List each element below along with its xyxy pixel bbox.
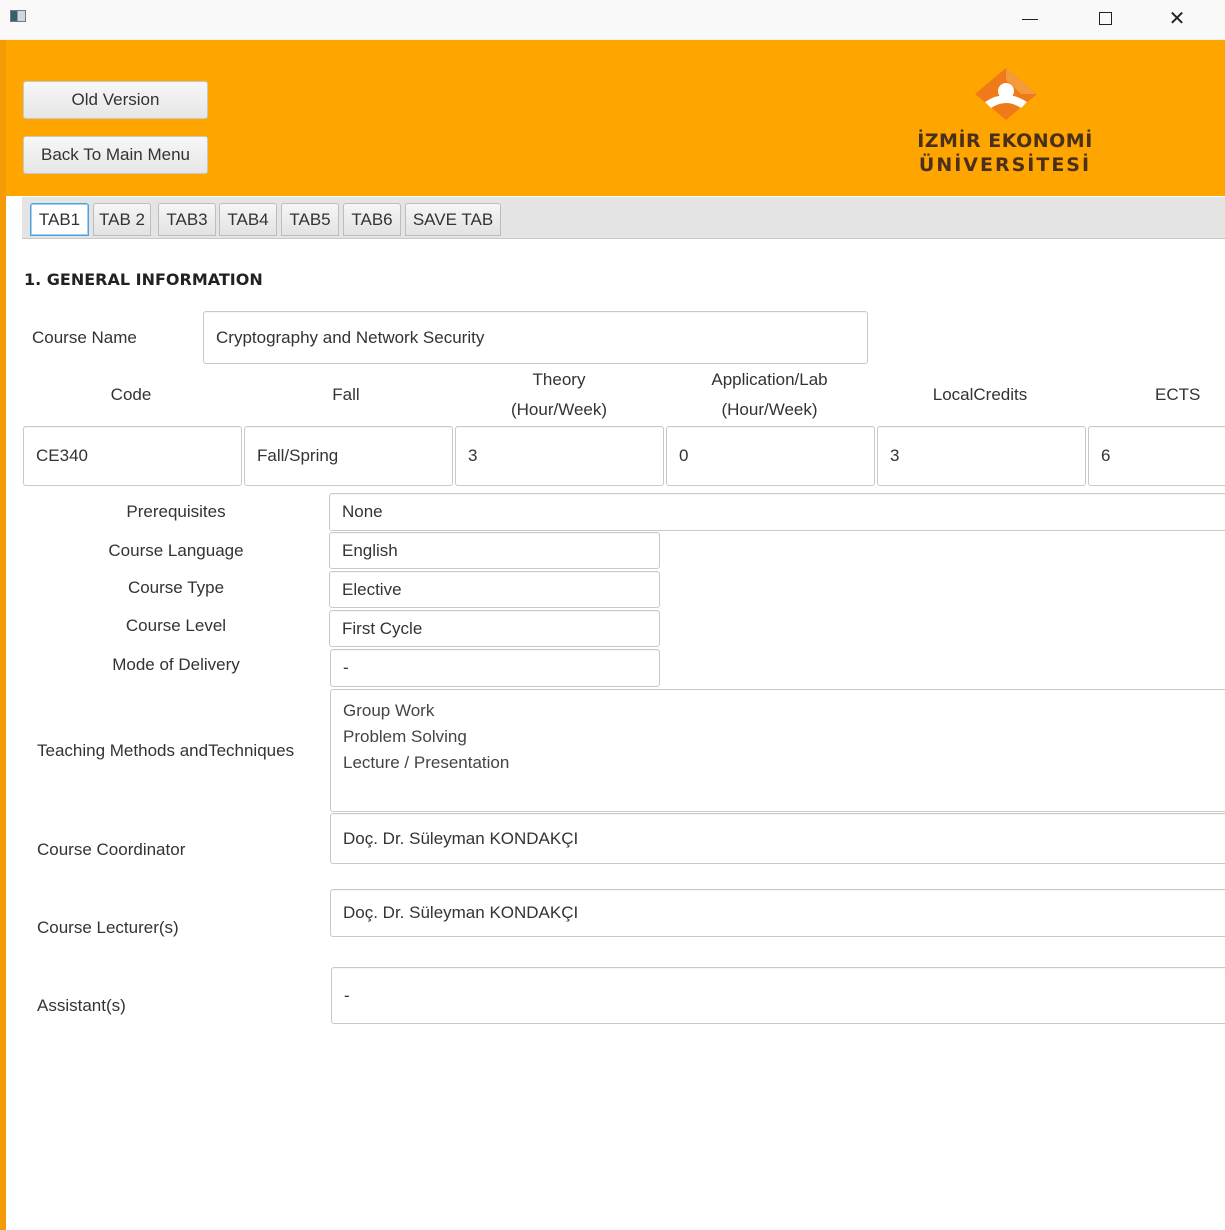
lab-header-line2: (Hour/Week) (721, 400, 818, 419)
tab-3[interactable]: TAB3 (158, 203, 216, 236)
left-border (0, 40, 6, 1230)
local-credits-header: LocalCredits (932, 385, 1028, 404)
fall-header: Fall (332, 385, 360, 404)
minimize-icon (1022, 18, 1038, 20)
logo-text-line1: İZMİR EKONOMİ (917, 130, 1093, 152)
maximize-button[interactable] (1070, 0, 1140, 36)
prerequisites-field[interactable]: None (329, 493, 1225, 531)
close-icon: ✕ (1168, 6, 1186, 30)
assistants-field[interactable]: - (331, 967, 1225, 1024)
theory-hours-field[interactable]: 3 (455, 426, 664, 486)
ects-field[interactable]: 6 (1088, 426, 1225, 486)
close-button[interactable]: ✕ (1142, 0, 1212, 36)
logo-mark-icon (975, 68, 1037, 120)
ects-header: ECTS (1155, 385, 1201, 404)
course-level-label: Course Level (125, 616, 227, 635)
code-field[interactable]: CE340 (23, 426, 242, 486)
teaching-method-item: Lecture / Presentation (343, 753, 510, 772)
teaching-method-item: Problem Solving (343, 727, 467, 746)
course-level-field[interactable]: First Cycle (329, 610, 660, 647)
course-name-field[interactable]: Cryptography and Network Security (203, 311, 868, 364)
course-lecturers-label: Course Lecturer(s) (37, 918, 179, 937)
logo-text-line2: ÜNİVERSİTESİ (918, 154, 1092, 176)
tab-6[interactable]: TAB6 (343, 203, 401, 236)
tab-5[interactable]: TAB5 (281, 203, 339, 236)
course-name-label: Course Name (32, 328, 137, 347)
mode-of-delivery-field[interactable]: - (330, 649, 660, 687)
theory-header-line1: Theory (532, 370, 586, 389)
lab-header: Application/Lab (Hour/Week) (664, 365, 875, 425)
mode-of-delivery-label: Mode of Delivery (112, 655, 240, 674)
course-lecturers-field[interactable]: Doç. Dr. Süleyman KONDAKÇI (330, 889, 1225, 937)
course-language-field[interactable]: English (329, 532, 660, 569)
teaching-method-item: Group Work (343, 701, 435, 720)
lab-hours-field[interactable]: 0 (666, 426, 875, 486)
section-title: 1. GENERAL INFORMATION (24, 270, 263, 289)
teaching-methods-label: Teaching Methods andTechniques (37, 741, 295, 760)
old-version-button[interactable]: Old Version (23, 81, 208, 119)
lab-header-line1: Application/Lab (711, 370, 828, 389)
course-coordinator-field[interactable]: Doç. Dr. Süleyman KONDAKÇI (330, 813, 1225, 864)
course-type-field[interactable]: Elective (329, 571, 660, 608)
tab-save[interactable]: SAVE TAB (405, 203, 501, 236)
back-to-main-menu-button[interactable]: Back To Main Menu (23, 136, 208, 174)
prerequisites-label: Prerequisites (126, 502, 226, 521)
theory-header-line2: (Hour/Week) (510, 400, 608, 419)
tab-4[interactable]: TAB4 (219, 203, 277, 236)
local-credits-field[interactable]: 3 (877, 426, 1086, 486)
course-language-label: Course Language (108, 541, 244, 560)
code-header: Code (110, 385, 152, 404)
tab1-content: 1. GENERAL INFORMATION Course Name Crypt… (22, 240, 1225, 1230)
app-icon (10, 10, 26, 22)
window-titlebar: ✕ (0, 0, 1225, 40)
teaching-methods-field[interactable]: Group Work Problem Solving Lecture / Pre… (330, 689, 1225, 812)
tab-1[interactable]: TAB1 (30, 203, 89, 236)
assistants-label: Assistant(s) (37, 996, 126, 1015)
maximize-icon (1098, 11, 1112, 25)
minimize-button[interactable] (995, 0, 1065, 36)
app-header: Old Version Back To Main Menu İZMİR EKON… (6, 40, 1225, 196)
university-logo: İZMİR EKONOMİ ÜNİVERSİTESİ (900, 66, 1110, 186)
course-type-label: Course Type (127, 578, 225, 597)
tab-2[interactable]: TAB 2 (93, 203, 151, 236)
theory-header: Theory (Hour/Week) (454, 365, 664, 425)
tab-strip: TAB1 TAB 2 TAB3 TAB4 TAB5 TAB6 SAVE TAB (22, 197, 1225, 239)
course-coordinator-label: Course Coordinator (37, 840, 186, 859)
semester-field[interactable]: Fall/Spring (244, 426, 453, 486)
